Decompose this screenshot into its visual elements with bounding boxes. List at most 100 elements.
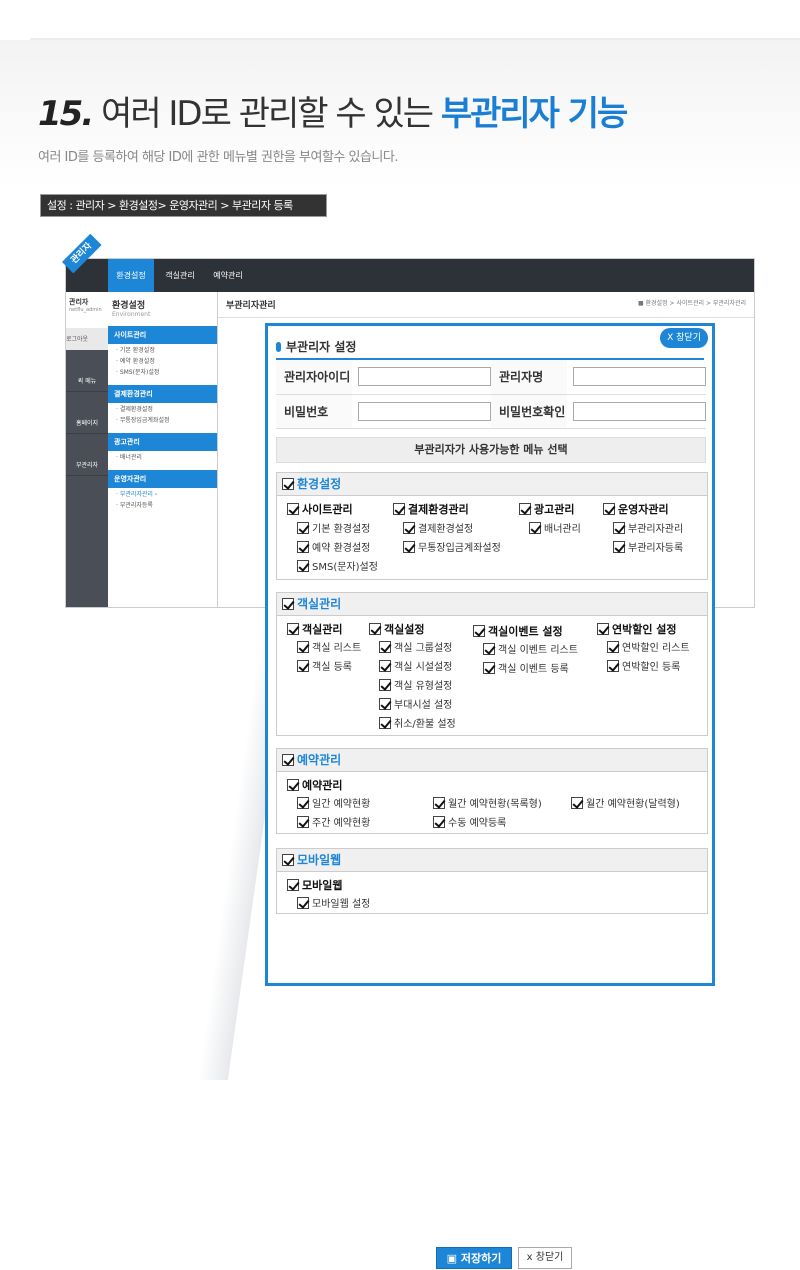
checkbox-icon[interactable] <box>403 522 415 534</box>
option[interactable]: 결제환경설정 <box>403 520 473 535</box>
option[interactable]: 객실 유형설정 <box>379 677 452 692</box>
checkbox-icon[interactable] <box>369 623 381 635</box>
category[interactable]: 운영자관리 <box>603 501 669 517</box>
group-header[interactable]: 모바일웹 <box>277 849 707 872</box>
checkbox-icon[interactable] <box>473 625 485 637</box>
menu-item[interactable]: · 결제환경설정 <box>108 403 217 414</box>
option[interactable]: 모바일웹 설정 <box>297 895 370 910</box>
option[interactable]: 부대시설 설정 <box>379 696 452 711</box>
checkbox-icon[interactable] <box>297 797 309 809</box>
admin-id-input[interactable] <box>358 367 491 387</box>
category[interactable]: 객실관리 <box>287 621 342 637</box>
checkbox-icon[interactable] <box>393 503 405 515</box>
category[interactable]: 연박할인 설정 <box>597 621 677 637</box>
checkbox-icon[interactable] <box>297 541 309 553</box>
group-header[interactable]: 예약관리 <box>277 749 707 772</box>
checkbox-icon[interactable] <box>282 598 294 610</box>
subadmin-nav[interactable]: 부관리자 <box>66 434 108 476</box>
admin-name-input[interactable] <box>573 367 706 387</box>
checkbox-icon[interactable] <box>287 503 299 515</box>
option[interactable]: 객실 그룹설정 <box>379 639 452 654</box>
option[interactable]: 주간 예약현황 <box>297 814 370 829</box>
checkbox-icon[interactable] <box>603 503 615 515</box>
option[interactable]: 배너관리 <box>529 520 581 535</box>
cancel-button[interactable]: x 창닫기 <box>518 1247 572 1269</box>
option[interactable]: 객실 이벤트 리스트 <box>483 641 578 656</box>
logout-button[interactable]: 로그아웃 <box>66 328 108 350</box>
option[interactable]: 예약 환경설정 <box>297 539 370 554</box>
option[interactable]: 일간 예약현황 <box>297 795 370 810</box>
category[interactable]: 객실설정 <box>369 621 424 637</box>
checkbox-icon[interactable] <box>379 698 391 710</box>
checkbox-icon[interactable] <box>483 643 495 655</box>
menu-section-payment[interactable]: 결제환경관리 <box>108 385 217 403</box>
checkbox-icon[interactable] <box>379 660 391 672</box>
checkbox-icon[interactable] <box>297 560 309 572</box>
checkbox-icon[interactable] <box>379 679 391 691</box>
option[interactable]: 연박할인 리스트 <box>607 639 690 654</box>
option[interactable]: 무통장입금계좌설정 <box>403 539 501 554</box>
menu-item[interactable]: · 예약 환경설정 <box>108 355 217 366</box>
checkbox-icon[interactable] <box>282 854 294 866</box>
checkbox-icon[interactable] <box>297 641 309 653</box>
option[interactable]: 객실 이벤트 등록 <box>483 660 569 675</box>
quick-menu-nav[interactable]: 퀵 메뉴 <box>66 350 108 392</box>
option[interactable]: 기본 환경설정 <box>297 520 370 535</box>
checkbox-icon[interactable] <box>613 541 625 553</box>
checkbox-icon[interactable] <box>297 522 309 534</box>
menu-item[interactable]: · 부관리자관리 › <box>108 488 217 499</box>
checkbox-icon[interactable] <box>433 797 445 809</box>
checkbox-icon[interactable] <box>519 503 531 515</box>
checkbox-icon[interactable] <box>282 478 294 490</box>
checkbox-icon[interactable] <box>379 641 391 653</box>
category[interactable]: 객실이벤트 설정 <box>473 623 563 639</box>
checkbox-icon[interactable] <box>529 522 541 534</box>
checkbox-icon[interactable] <box>607 660 619 672</box>
homepage-nav[interactable]: 홈페이지 <box>66 392 108 434</box>
option[interactable]: 월간 예약현황(달력형) <box>571 795 680 810</box>
option[interactable]: 객실 등록 <box>297 658 352 673</box>
option[interactable]: 부관리자관리 <box>613 520 683 535</box>
password-confirm-input[interactable] <box>573 401 706 421</box>
group-header[interactable]: 객실관리 <box>277 593 707 616</box>
password-input[interactable] <box>358 401 491 421</box>
menu-item[interactable]: · 기본 환경설정 <box>108 344 217 355</box>
checkbox-icon[interactable] <box>287 623 299 635</box>
menu-item[interactable]: · 부관리자등록 <box>108 499 217 510</box>
checkbox-icon[interactable] <box>571 797 583 809</box>
option[interactable]: 취소/환불 설정 <box>379 715 456 730</box>
checkbox-icon[interactable] <box>287 779 299 791</box>
save-button[interactable]: ▣ 저장하기 <box>436 1247 512 1269</box>
checkbox-icon[interactable] <box>287 879 299 891</box>
option[interactable]: SMS(문자)설정 <box>297 558 378 573</box>
category[interactable]: 모바일웹 <box>287 877 342 893</box>
checkbox-icon[interactable] <box>297 660 309 672</box>
group-header[interactable]: 환경설정 <box>277 473 707 496</box>
menu-item[interactable]: · 배너관리 <box>108 451 217 462</box>
menu-section-site[interactable]: 사이트관리 <box>108 326 217 344</box>
category[interactable]: 광고관리 <box>519 501 574 517</box>
menu-item[interactable]: · SMS(문자)설정 <box>108 366 217 377</box>
option[interactable]: 객실 리스트 <box>297 639 361 654</box>
checkbox-icon[interactable] <box>613 522 625 534</box>
option[interactable]: 연박할인 등록 <box>607 658 680 673</box>
checkbox-icon[interactable] <box>282 754 294 766</box>
menu-item[interactable]: · 무통장입금계좌설정 <box>108 414 217 425</box>
checkbox-icon[interactable] <box>597 623 609 635</box>
checkbox-icon[interactable] <box>433 816 445 828</box>
menu-section-operator[interactable]: 운영자관리 <box>108 470 217 488</box>
option[interactable]: 월간 예약현황(목록형) <box>433 795 542 810</box>
checkbox-icon[interactable] <box>379 717 391 729</box>
checkbox-icon[interactable] <box>297 897 309 909</box>
category[interactable]: 결제환경관리 <box>393 501 469 517</box>
checkbox-icon[interactable] <box>403 541 415 553</box>
category[interactable]: 예약관리 <box>287 777 342 793</box>
menu-section-ads[interactable]: 광고관리 <box>108 433 217 451</box>
category[interactable]: 사이트관리 <box>287 501 353 517</box>
checkbox-icon[interactable] <box>607 641 619 653</box>
option[interactable]: 객실 시설설정 <box>379 658 452 673</box>
option[interactable]: 수동 예약등록 <box>433 814 506 829</box>
tab-reservation[interactable]: 예약관리 <box>206 259 250 292</box>
checkbox-icon[interactable] <box>483 662 495 674</box>
checkbox-icon[interactable] <box>297 816 309 828</box>
